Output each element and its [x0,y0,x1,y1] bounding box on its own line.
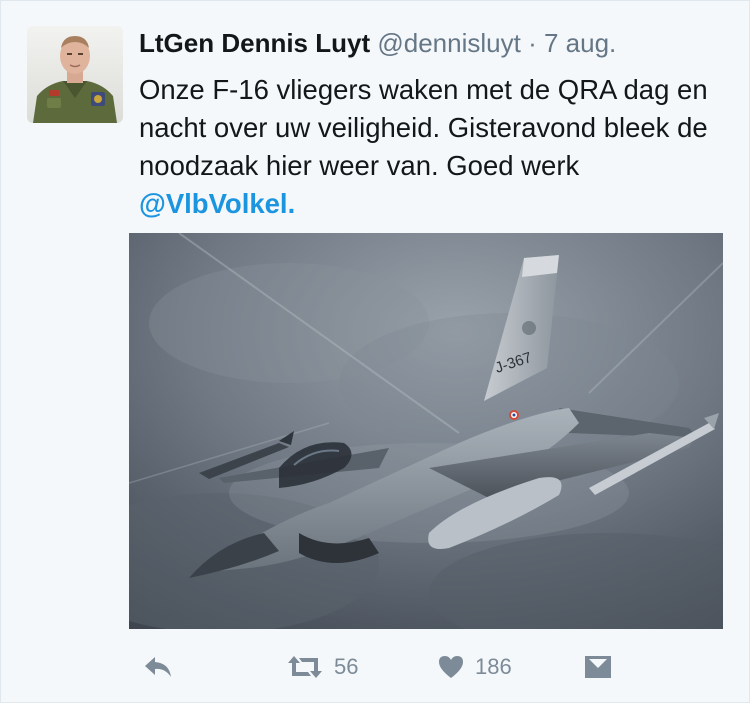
tweet-text-body: Onze F-16 vliegers waken met de QRA dag … [139,74,708,181]
retweet-count: 56 [334,654,359,679]
direct-message-icon [585,656,611,678]
like-count: 186 [475,654,512,679]
reply-button[interactable] [143,654,173,680]
tweet-actions: 56 186 [1,646,750,690]
author-handle[interactable]: @dennisluyt [377,28,520,58]
avatar-image [27,26,123,123]
retweet-button[interactable]: 56 [286,654,358,680]
header-separator: · [528,28,537,58]
author-name[interactable]: LtGen Dennis Luyt [139,28,370,58]
heart-icon [439,656,463,678]
retweet-icon [288,656,322,678]
f16-jet-photo: J-367 [129,233,723,629]
reply-icon [145,657,171,677]
tweet-text: Onze F-16 vliegers waken met de QRA dag … [139,71,709,223]
author-avatar[interactable] [27,26,123,123]
tweet-date[interactable]: 7 aug. [544,28,616,58]
tweet-card[interactable]: LtGen Dennis Luyt @dennisluyt · 7 aug. O… [0,0,750,703]
tweet-photo[interactable]: J-367 [129,233,723,629]
like-button[interactable]: 186 [437,654,512,680]
tweet-header: LtGen Dennis Luyt @dennisluyt · 7 aug. [139,28,616,58]
direct-message-button[interactable] [583,654,613,680]
mention-link[interactable]: @VlbVolkel. [139,188,295,219]
